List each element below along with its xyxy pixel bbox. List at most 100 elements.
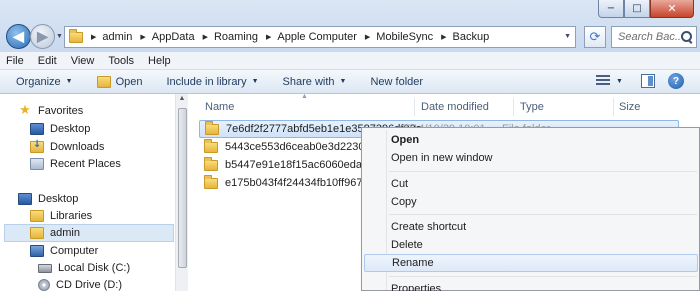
breadcrumb-admin[interactable]: admin [102,31,132,43]
view-options-dropdown-icon[interactable]: ▼ [616,78,623,85]
menu-file[interactable]: File [6,55,24,67]
nav-recent-places[interactable]: Recent Places [30,155,121,173]
column-divider[interactable] [414,98,415,116]
column-divider[interactable] [513,98,514,116]
refresh-icon: ⟳ [589,29,601,45]
help-icon[interactable]: ? [668,73,684,89]
downloads-icon [30,139,44,153]
breadcrumb-mobilesync[interactable]: MobileSync [376,31,433,43]
breadcrumb-backup[interactable]: Backup [453,31,490,43]
menu-separator [389,276,697,277]
open-label: Open [115,75,143,88]
computer-icon [30,245,44,257]
desktop-icon [18,193,32,205]
arrow-left-icon: ◀ [13,28,24,44]
command-bar: Organize ▼ Open Include in library ▼ Sha… [0,70,700,94]
search-box[interactable] [611,26,697,48]
column-header-type[interactable]: Type [520,98,544,116]
navigation-pane: ★ Favorites Desktop Downloads Recent Pla… [0,94,175,291]
breadcrumb-separator-icon[interactable]: ▶ [203,33,208,41]
scroll-up-icon[interactable]: ▲ [176,95,188,102]
nav-cd-drive[interactable]: CD Drive (D:) [38,276,122,291]
hard-drive-icon [38,263,52,273]
menu-tools[interactable]: Tools [108,55,134,67]
scrollbar-thumb[interactable] [178,108,187,268]
menu-view[interactable]: View [71,55,95,67]
breadcrumb-roaming[interactable]: Roaming [214,31,258,43]
menu-separator [389,214,697,215]
nav-downloads[interactable]: Downloads [30,138,104,156]
context-menu-rename[interactable]: Rename [364,254,698,272]
breadcrumb-separator-icon[interactable]: ▶ [441,33,446,41]
breadcrumb-separator-icon[interactable]: ▶ [91,33,96,41]
nav-favorites[interactable]: ★ Favorites [18,102,83,120]
nav-desktop-favorite[interactable]: Desktop [30,120,90,138]
libraries-icon [30,210,44,222]
nav-downloads-label: Downloads [50,141,105,153]
context-menu-cut[interactable]: Cut [364,175,698,193]
chevron-down-icon: ▼ [339,78,347,85]
context-menu-delete[interactable]: Delete [364,236,698,254]
breadcrumb-separator-icon[interactable]: ▶ [140,33,145,41]
address-dropdown-icon[interactable]: ▼ [564,33,571,40]
recent-pages-dropdown[interactable]: ▼ [56,33,63,40]
folder-icon [204,138,218,153]
column-header-name[interactable]: Name [205,98,234,116]
recent-places-icon [30,158,44,170]
desktop-icon [30,123,44,135]
share-with-button[interactable]: Share with ▼ [283,76,347,88]
preview-pane-icon[interactable] [641,74,655,88]
breadcrumb-apple-computer[interactable]: Apple Computer [277,31,357,43]
maximize-button[interactable]: □ [624,0,650,18]
organize-button[interactable]: Organize ▼ [16,76,73,88]
folder-icon [69,28,83,43]
nav-desktop-favorite-label: Desktop [50,123,91,135]
close-button[interactable]: ✕ [650,0,694,18]
open-button[interactable]: Open [96,75,143,88]
address-bar[interactable]: ▶ admin ▶ AppData ▶ Roaming ▶ Apple Comp… [64,26,576,48]
menu-edit[interactable]: Edit [38,55,57,67]
change-view-icon[interactable] [596,75,610,88]
menu-help[interactable]: Help [148,55,171,67]
context-menu-open-new-window[interactable]: Open in new window [364,149,698,167]
nav-cd-drive-label: CD Drive (D:) [56,279,122,291]
column-type-label: Type [520,101,544,113]
maximize-icon: □ [632,2,642,14]
breadcrumb-appdata[interactable]: AppData [152,31,195,43]
nav-desktop[interactable]: Desktop [18,190,78,208]
minimize-button[interactable]: − [598,0,624,18]
context-menu-open[interactable]: Open [364,131,698,149]
nav-libraries[interactable]: Libraries [30,207,92,225]
context-menu-properties[interactable]: Properties [364,280,698,291]
nav-admin[interactable]: admin [4,224,174,242]
nav-admin-label: admin [50,227,80,239]
close-icon: ✕ [667,2,677,15]
new-folder-label: New folder [370,75,424,88]
share-with-label: Share with [282,75,335,88]
breadcrumb-separator-icon[interactable]: ▶ [365,33,370,41]
chevron-down-icon: ▼ [251,78,259,85]
search-icon[interactable] [680,30,694,44]
nav-libraries-label: Libraries [50,210,93,222]
breadcrumb-separator-icon[interactable]: ▶ [266,33,271,41]
nav-computer[interactable]: Computer [30,242,98,260]
column-divider[interactable] [613,98,614,116]
folder-icon [204,174,218,189]
forward-button[interactable]: ▶ [30,24,55,49]
column-header-date-modified[interactable]: Date modified [421,98,489,116]
back-button[interactable]: ◀ [6,24,31,49]
nav-local-disk-label: Local Disk (C:) [58,262,131,274]
context-menu-create-shortcut[interactable]: Create shortcut [364,218,698,236]
column-header-size[interactable]: Size [619,98,640,116]
new-folder-button[interactable]: New folder [370,76,423,88]
include-in-library-button[interactable]: Include in library ▼ [167,76,259,88]
context-menu-copy[interactable]: Copy [364,193,698,211]
navigation-scrollbar[interactable]: ▲ [175,94,188,291]
window-controls: − □ ✕ [598,0,694,18]
refresh-button[interactable]: ⟳ [584,26,606,48]
organize-label: Organize [16,75,61,88]
nav-computer-label: Computer [50,245,99,257]
search-input[interactable] [618,31,680,43]
nav-local-disk[interactable]: Local Disk (C:) [38,259,130,277]
column-size-label: Size [619,101,641,113]
